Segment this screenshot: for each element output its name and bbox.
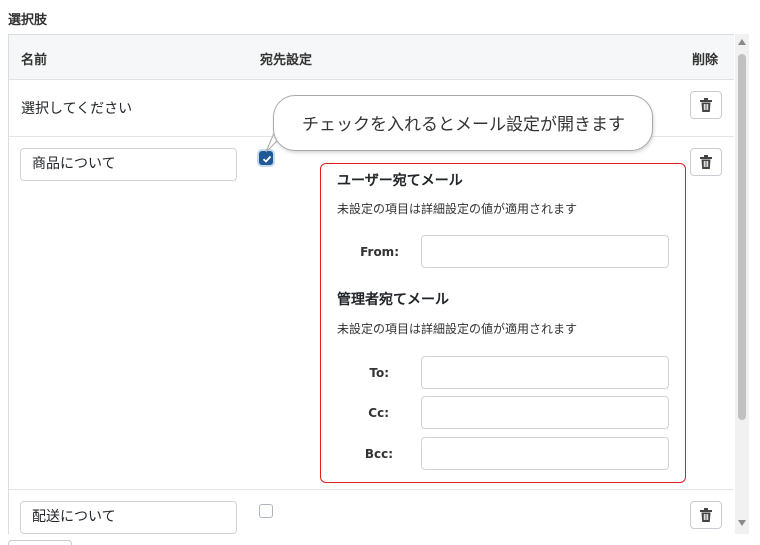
mail-settings-panel: ユーザー宛てメール 未設定の項目は詳細設定の値が適用されます From: 管理者… — [320, 163, 686, 483]
user-mail-note: 未設定の項目は詳細設定の値が適用されます — [337, 202, 578, 216]
check-icon — [262, 155, 272, 163]
cc-label: Cc: — [368, 406, 389, 420]
bcc-label: Bcc: — [364, 447, 393, 461]
table-header: 名前 宛先設定 削除 — [9, 35, 734, 80]
admin-mail-heading: 管理者宛てメール — [337, 292, 449, 308]
row-divider — [9, 489, 734, 490]
admin-mail-note: 未設定の項目は詳細設定の値が適用されます — [337, 322, 578, 336]
tooltip-text: チェックを入れるとメール設定が開きます — [302, 115, 625, 135]
scroll-up-arrow-icon[interactable] — [738, 39, 746, 45]
to-label: To: — [369, 366, 389, 380]
cc-input[interactable] — [421, 396, 669, 429]
user-mail-heading: ユーザー宛てメール — [337, 173, 463, 189]
choice-name-input[interactable]: 配送について — [20, 501, 237, 534]
delete-button[interactable] — [690, 91, 722, 119]
scrollbar[interactable] — [735, 34, 749, 534]
destination-checkbox[interactable] — [259, 504, 273, 518]
to-input[interactable] — [421, 356, 669, 389]
choice-name-input[interactable]: 商品について — [20, 148, 237, 181]
delete-button[interactable] — [690, 501, 722, 529]
trash-icon — [700, 155, 712, 169]
tooltip-callout: チェックを入れるとメール設定が開きます — [273, 95, 653, 151]
header-destination: 宛先設定 — [260, 53, 313, 68]
from-input[interactable] — [421, 235, 669, 268]
add-choice-button[interactable] — [8, 540, 72, 545]
trash-icon — [700, 508, 712, 522]
header-delete: 削除 — [692, 53, 719, 68]
bcc-input[interactable] — [421, 437, 669, 470]
scrollbar-thumb[interactable] — [738, 54, 746, 420]
from-label: From: — [360, 245, 399, 259]
header-name: 名前 — [21, 53, 48, 68]
choice-name-static: 選択してください — [21, 101, 133, 117]
trash-icon — [700, 98, 712, 112]
scroll-down-arrow-icon[interactable] — [738, 520, 746, 526]
section-title: 選択肢 — [8, 13, 48, 28]
delete-button[interactable] — [690, 148, 722, 176]
